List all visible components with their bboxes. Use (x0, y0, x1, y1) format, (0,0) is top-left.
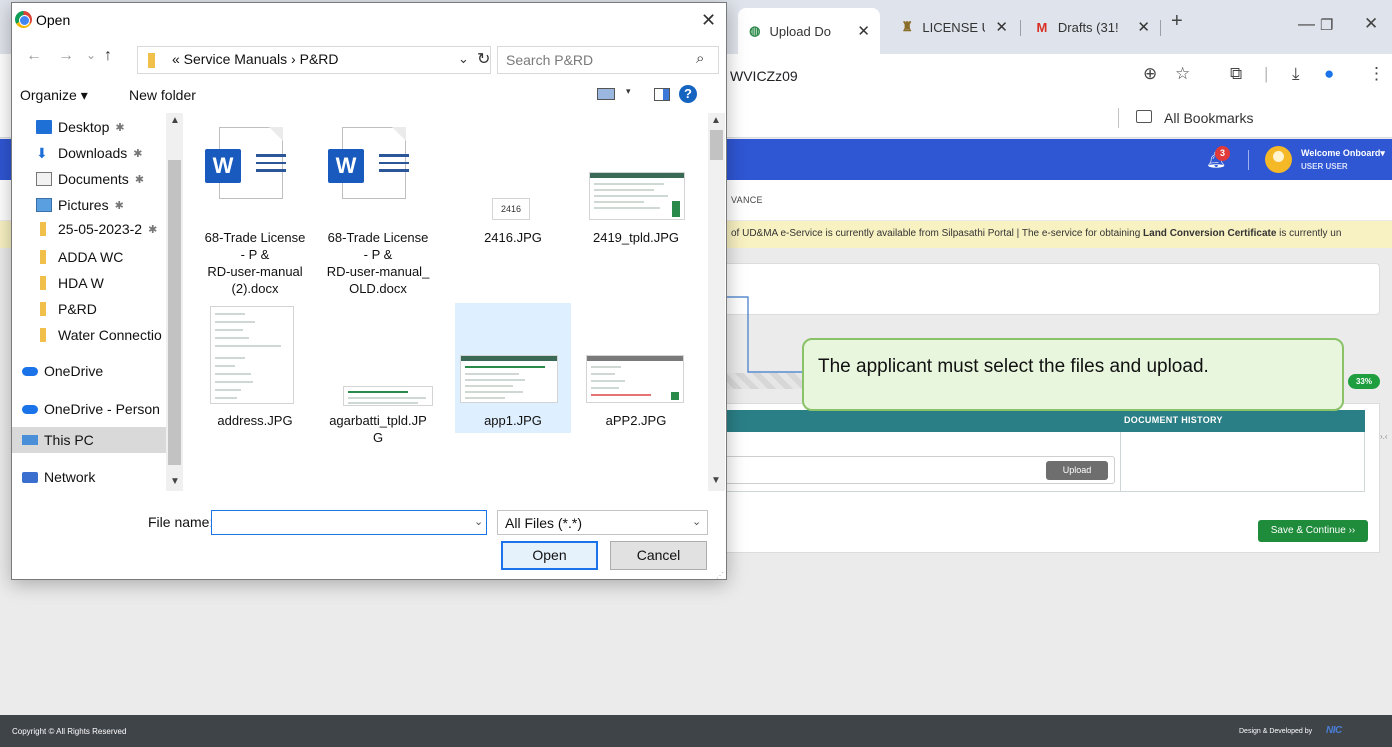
nav-item-label: Water Connectio (58, 327, 162, 343)
file-name-label[interactable]: address.JPG (197, 412, 313, 429)
nav-item-this-pc[interactable]: This PC (22, 430, 94, 450)
file-name-label[interactable]: aPP2.JPG (578, 412, 694, 429)
nav-item-label: Documents (58, 171, 129, 187)
organize-button[interactable]: Organize ▾ (20, 87, 88, 104)
downloads-icon: ⬇ (36, 145, 48, 161)
view-mode-icon[interactable] (597, 88, 615, 100)
nav-item-hda-w[interactable]: HDA W (36, 273, 104, 293)
file-name-label: File name: (148, 514, 214, 530)
nav-item-label: OneDrive - Person (44, 401, 160, 417)
nav-item-label: Downloads (58, 145, 128, 161)
nav-item-label: Desktop (58, 119, 110, 135)
close-icon[interactable]: ✕ (701, 10, 716, 31)
forward-arrow-icon[interactable]: → (58, 47, 74, 65)
file-type-value: All Files (*.*) (505, 515, 583, 531)
chevron-down-icon[interactable]: ⌄ (458, 51, 469, 67)
nav-item-label: This PC (44, 432, 94, 448)
image-thumbnail[interactable] (460, 355, 558, 403)
folder-icon (36, 222, 52, 236)
onedrive-icon (22, 404, 38, 414)
file-name-label[interactable]: 68-Trade License - P & RD-user-manual (2… (197, 229, 313, 297)
nav-item-downloads[interactable]: ⬇ Downloads ✱ (36, 143, 142, 163)
file-name-input[interactable] (211, 510, 487, 535)
pin-icon: ✱ (114, 199, 124, 212)
nav-item-p-rd[interactable]: P&RD (36, 299, 97, 319)
command-bar (12, 82, 726, 112)
image-thumbnail[interactable] (589, 172, 685, 220)
nav-item-label: P&RD (58, 301, 97, 317)
file-name-label[interactable]: 68-Trade License - P & RD-user-manual_ O… (320, 229, 436, 297)
resize-grip-icon[interactable]: ⋰ (716, 571, 724, 580)
scroll-down-icon[interactable]: ▼ (170, 476, 180, 487)
nav-item-adda-wc[interactable]: ADDA WC (36, 247, 123, 267)
folder-icon (36, 276, 52, 290)
back-arrow-icon[interactable]: ← (26, 47, 42, 65)
search-icon[interactable]: ⌕ (696, 50, 704, 67)
nav-item-25-05-2023-2[interactable]: 25-05-2023-2 ✱ (36, 219, 157, 239)
dialog-title: Open (36, 12, 71, 28)
chevron-down-icon[interactable]: ⌄ (692, 515, 701, 528)
network-icon (22, 471, 38, 483)
recent-locations-chevron-icon[interactable]: ⌄ (86, 48, 96, 62)
file-list-scrollbar-thumb[interactable] (710, 130, 723, 160)
folder-icon (36, 250, 52, 264)
nav-item-label: Network (44, 469, 96, 485)
nav-item-label: Pictures (58, 197, 109, 213)
image-thumbnail[interactable] (210, 306, 294, 404)
this-pc-icon (22, 435, 38, 445)
nav-item-label: ADDA WC (58, 249, 124, 265)
word-document-icon[interactable]: W (205, 127, 286, 199)
preview-pane-icon[interactable] (654, 88, 670, 101)
folder-icon (36, 328, 52, 342)
file-name-label[interactable]: 2419_tpld.JPG (578, 229, 694, 246)
nav-item-documents[interactable]: Documents ✱ (36, 169, 144, 189)
nav-scrollbar-thumb[interactable] (168, 160, 181, 465)
nav-item-label: 25-05-2023-2 (58, 221, 143, 237)
nav-item-water-connectio[interactable]: Water Connectio (36, 325, 162, 345)
file-name-label[interactable]: agarbatti_tpld.JP G (320, 412, 436, 446)
nav-item-onedrive-person[interactable]: OneDrive - Person (22, 399, 160, 419)
onedrive-icon (22, 366, 38, 376)
nav-item-desktop[interactable]: Desktop ✱ (36, 117, 125, 137)
pin-icon: ✱ (115, 121, 125, 134)
file-name-label[interactable]: 2416.JPG (455, 229, 571, 246)
pin-icon: ✱ (148, 223, 158, 236)
chevron-down-icon[interactable]: ▾ (626, 86, 631, 97)
chrome-icon (15, 11, 32, 28)
documents-icon (36, 172, 52, 186)
thumbnail-text: 2416 (500, 204, 522, 214)
image-thumbnail[interactable]: 2416 (492, 198, 530, 220)
up-arrow-icon[interactable]: ↑ (104, 47, 112, 65)
help-icon[interactable]: ? (679, 85, 697, 103)
pin-icon: ✱ (134, 173, 145, 186)
open-button[interactable]: Open (501, 541, 598, 570)
pictures-icon (36, 198, 52, 212)
file-list-scrollbar[interactable] (708, 113, 725, 491)
scroll-up-icon[interactable]: ▲ (711, 115, 721, 126)
new-folder-button[interactable]: New folder (129, 87, 196, 103)
pin-icon: ✱ (133, 147, 143, 160)
nav-item-label: OneDrive (44, 363, 104, 379)
nav-item-onedrive[interactable]: OneDrive (22, 361, 103, 381)
cancel-button[interactable]: Cancel (610, 541, 707, 570)
desktop-icon (36, 120, 52, 134)
refresh-icon[interactable]: ↻ (477, 49, 490, 69)
file-name-label[interactable]: app1.JPG (455, 412, 571, 429)
scroll-down-icon[interactable]: ▼ (711, 475, 721, 486)
chevron-down-icon[interactable]: ⌄ (474, 515, 483, 528)
nav-item-pictures[interactable]: Pictures ✱ (36, 195, 124, 215)
folder-icon (36, 302, 52, 316)
callout-text: The applicant must select the files and … (818, 356, 1209, 377)
image-thumbnail[interactable] (586, 355, 684, 403)
breadcrumb-path[interactable]: « Service Manuals › P&RD (172, 51, 339, 67)
nav-item-label: HDA W (58, 275, 104, 291)
search-placeholder: Search P&RD (506, 52, 594, 68)
scroll-up-icon[interactable]: ▲ (170, 115, 180, 126)
folder-icon (148, 53, 155, 68)
nav-item-network[interactable]: Network (22, 467, 95, 487)
image-thumbnail[interactable] (343, 386, 433, 406)
word-document-icon[interactable]: W (328, 127, 409, 199)
